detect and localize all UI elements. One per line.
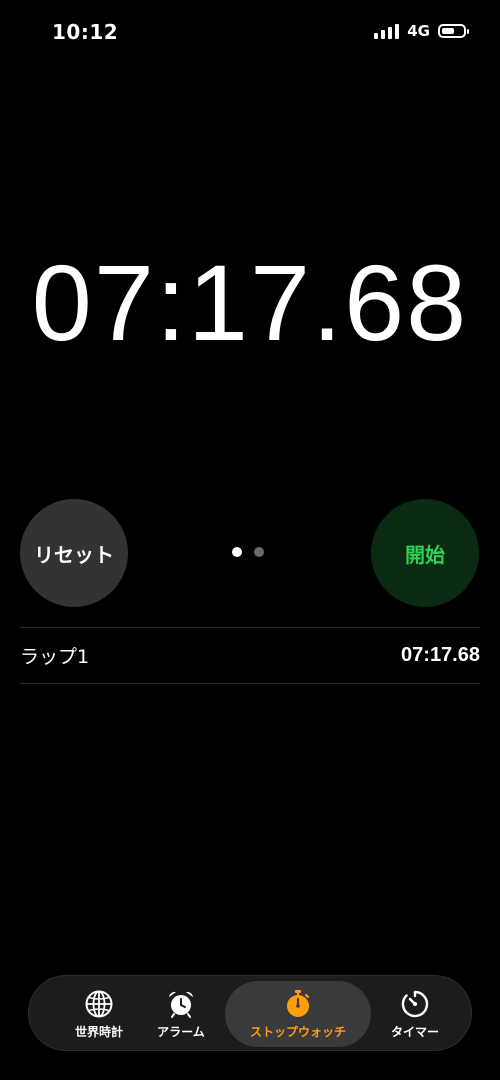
lap-row: ラップ1 07:17.68 xyxy=(20,628,480,683)
tab-alarm[interactable]: アラーム xyxy=(125,976,237,1052)
status-indicators: 4G xyxy=(374,22,469,40)
lap-label: ラップ1 xyxy=(20,646,90,668)
timer-icon xyxy=(401,990,429,1017)
tab-stopwatch[interactable]: ストップウォッチ xyxy=(225,981,371,1047)
tab-bar: 世界時計 アラーム ストップウォッチ タイマー xyxy=(28,975,472,1051)
page-dot-2[interactable] xyxy=(254,547,264,557)
page-dot-1[interactable] xyxy=(232,547,242,557)
tab-timer[interactable]: タイマー xyxy=(359,976,471,1052)
tab-label: アラーム xyxy=(157,1024,205,1039)
tab-label: タイマー xyxy=(390,1024,439,1039)
page-indicator[interactable] xyxy=(232,547,264,557)
status-bar: 10:12 4G xyxy=(0,0,500,68)
lap-time: 07:17.68 xyxy=(401,644,480,666)
alarm-clock-icon xyxy=(169,991,193,1018)
battery-icon xyxy=(438,24,469,38)
globe-icon xyxy=(85,990,113,1017)
network-type: 4G xyxy=(407,22,430,40)
status-time: 10:12 xyxy=(52,20,119,44)
tab-label: ストップウォッチ xyxy=(249,1024,346,1039)
tab-label: 世界時計 xyxy=(74,1024,123,1039)
divider xyxy=(20,683,480,684)
stopwatch-display: 07:17.68 xyxy=(31,242,469,363)
cellular-signal-icon xyxy=(374,23,400,39)
stopwatch-icon xyxy=(287,989,309,1017)
start-button[interactable]: 開始 xyxy=(371,499,479,607)
reset-button[interactable]: リセット xyxy=(20,499,128,607)
lap-list: ラップ1 07:17.68 xyxy=(20,627,480,684)
